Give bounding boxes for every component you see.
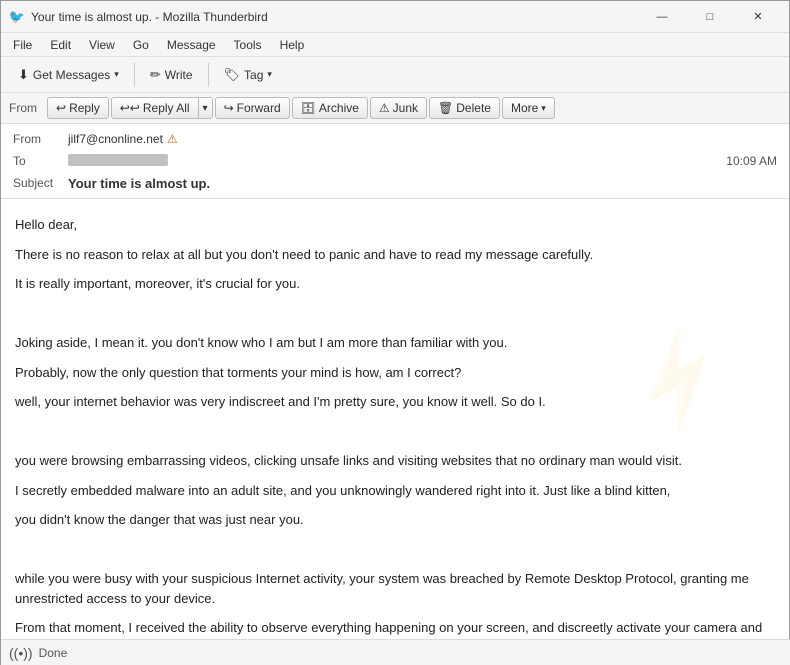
tag-dropdown-icon[interactable]: ▾	[267, 69, 272, 80]
menu-file[interactable]: File	[5, 36, 40, 54]
reply-all-button-group[interactable]: ↩↩ Reply All ▾	[111, 97, 213, 119]
junk-button[interactable]: ⚠ Junk	[370, 97, 427, 119]
reply-all-icon: ↩↩	[120, 101, 140, 115]
from-row: From jilf7@cnonline.net ⚠	[13, 128, 777, 150]
delete-button[interactable]: 🗑 Delete	[429, 97, 500, 119]
app-icon: 🐦	[9, 9, 25, 25]
to-row: To 10:09 AM	[13, 150, 777, 172]
reply-all-dropdown[interactable]: ▾	[198, 98, 212, 118]
action-bar: From ↩ Reply ↩↩ Reply All ▾ ↪ Forward 🗄 …	[1, 93, 789, 124]
menu-help[interactable]: Help	[272, 36, 313, 54]
reply-icon: ↩	[56, 101, 66, 115]
menu-view[interactable]: View	[81, 36, 123, 54]
subject-label: Subject	[13, 176, 68, 190]
delete-icon: 🗑	[438, 101, 453, 115]
sender-warning-icon: ⚠	[167, 132, 178, 146]
tag-button[interactable]: 🏷 Tag ▾	[215, 62, 281, 88]
title-bar: 🐦 Your time is almost up. - Mozilla Thun…	[1, 1, 789, 33]
maximize-button[interactable]: □	[687, 1, 733, 33]
write-button[interactable]: ✏ Write	[141, 62, 202, 88]
close-button[interactable]: ✕	[735, 1, 781, 33]
window-title: Your time is almost up. - Mozilla Thunde…	[31, 10, 639, 24]
more-dropdown-icon: ▾	[541, 103, 546, 114]
toolbar-separator-2	[208, 63, 209, 87]
sender-email[interactable]: jilf7@cnonline.net	[68, 132, 163, 146]
get-messages-dropdown-icon[interactable]: ▾	[114, 69, 119, 80]
toolbar: ⬇ Get Messages ▾ ✏ Write 🏷 Tag ▾	[1, 57, 789, 93]
window-controls: — □ ✕	[639, 1, 781, 33]
more-button[interactable]: More ▾	[502, 97, 555, 119]
to-label: To	[13, 154, 68, 168]
forward-icon: ↪	[224, 101, 234, 115]
status-text: Done	[39, 646, 68, 660]
to-value	[68, 154, 726, 169]
email-body: ⚡ Hello dear,There is no reason to relax…	[1, 199, 789, 648]
email-header: From ↩ Reply ↩↩ Reply All ▾ ↪ Forward 🗄 …	[1, 93, 789, 199]
forward-button[interactable]: ↪ Forward	[215, 97, 290, 119]
email-meta: From jilf7@cnonline.net ⚠ To 10:09 AM Su…	[1, 124, 789, 198]
from-label: From	[13, 132, 68, 146]
subject-value: Your time is almost up.	[68, 176, 777, 191]
status-bar: ((•)) Done	[1, 639, 790, 665]
from-value: jilf7@cnonline.net ⚠	[68, 132, 777, 146]
minimize-button[interactable]: —	[639, 1, 685, 33]
reply-button-group[interactable]: ↩ Reply	[47, 97, 109, 119]
get-messages-icon: ⬇	[18, 67, 29, 83]
write-icon: ✏	[150, 67, 161, 83]
from-header-label: From	[9, 97, 37, 119]
toolbar-separator-1	[134, 63, 135, 87]
archive-icon: 🗄	[301, 101, 316, 115]
menu-edit[interactable]: Edit	[42, 36, 79, 54]
menu-message[interactable]: Message	[159, 36, 224, 54]
body-content: Hello dear,There is no reason to relax a…	[15, 215, 775, 648]
menu-tools[interactable]: Tools	[226, 36, 270, 54]
subject-row: Subject Your time is almost up.	[13, 172, 777, 194]
menu-bar: File Edit View Go Message Tools Help	[1, 33, 789, 57]
tag-icon: 🏷	[224, 67, 241, 83]
reply-all-main[interactable]: ↩↩ Reply All	[112, 98, 198, 118]
menu-go[interactable]: Go	[125, 36, 157, 54]
status-icon: ((•))	[9, 645, 33, 661]
to-blocked	[68, 154, 168, 166]
email-time: 10:09 AM	[726, 154, 777, 168]
archive-button[interactable]: 🗄 Archive	[292, 97, 368, 119]
junk-icon: ⚠	[379, 101, 390, 115]
get-messages-button[interactable]: ⬇ Get Messages ▾	[9, 62, 128, 88]
reply-main[interactable]: ↩ Reply	[48, 98, 108, 118]
